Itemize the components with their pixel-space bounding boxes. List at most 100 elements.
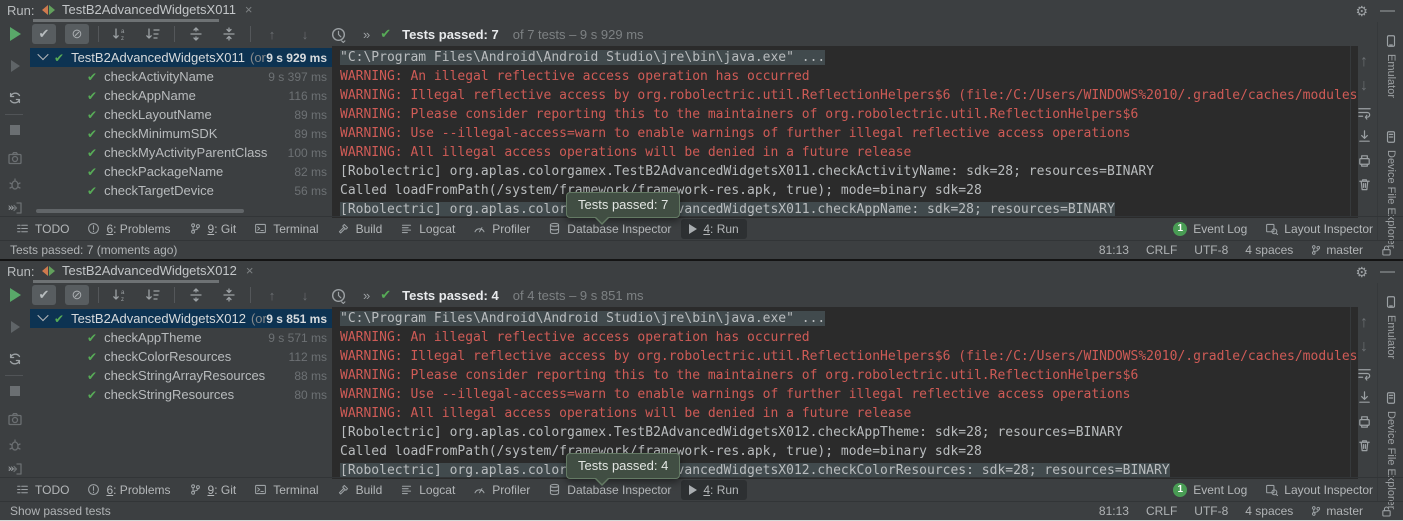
sort-alphabetically-button[interactable]: az	[108, 24, 132, 44]
clear-all-button[interactable]	[1356, 176, 1372, 192]
tree-row[interactable]: ✔checkPackageName82 ms	[30, 162, 332, 181]
terminal-tool-button[interactable]: Terminal	[246, 219, 326, 239]
expand-all-button[interactable]	[184, 285, 208, 305]
show-passed-toggle[interactable]: ✔	[32, 24, 56, 44]
next-failed-test-button[interactable]: ↓	[293, 24, 317, 44]
test-history-button[interactable]	[326, 24, 350, 44]
rerun-failed-tests-button[interactable]	[7, 58, 23, 74]
rerun-button[interactable]	[7, 287, 23, 303]
more-toolbar-icon[interactable]: »	[363, 27, 371, 42]
run-tool-button[interactable]: 4: Run	[681, 219, 746, 239]
sort-by-duration-button[interactable]	[141, 285, 165, 305]
todo-tool-button[interactable]: TODO	[8, 219, 77, 239]
soft-wrap-button[interactable]	[1356, 365, 1372, 381]
profiler-tool-button[interactable]: Profiler	[465, 219, 538, 239]
sort-by-duration-button[interactable]	[141, 24, 165, 44]
console-output[interactable]: "C:\Program Files\Android\Android Studio…	[332, 46, 1358, 218]
indent-widget[interactable]: 4 spaces	[1245, 504, 1293, 518]
rerun-button[interactable]	[7, 26, 23, 42]
down-stack-trace-button[interactable]: ↓	[1356, 78, 1372, 94]
tree-row[interactable]: ✔checkMinimumSDK89 ms	[30, 124, 332, 143]
build-tool-button[interactable]: Build	[329, 219, 391, 239]
layout-inspector-button[interactable]: Layout Inspector	[1257, 480, 1381, 500]
minimize-icon[interactable]: —	[1380, 267, 1395, 277]
emulator-tool-button[interactable]: Emulator	[1378, 295, 1403, 359]
layout-inspector-button[interactable]: Layout Inspector	[1257, 219, 1381, 239]
up-stack-trace-button[interactable]: ↑	[1356, 315, 1372, 331]
tree-root-row[interactable]: ✔ TestB2AdvancedWidgetsX012 (org.ap 9 s …	[30, 309, 332, 328]
print-button[interactable]	[1356, 152, 1372, 168]
soft-wrap-button[interactable]	[1356, 104, 1372, 120]
attach-debugger-button[interactable]	[7, 176, 23, 192]
show-ignored-toggle[interactable]: ⊘	[65, 285, 89, 305]
tree-row[interactable]: ✔checkStringArrayResources88 ms	[30, 366, 332, 385]
scroll-to-end-button[interactable]	[1356, 389, 1372, 405]
more-left-toolbar-icon[interactable]: »	[8, 202, 15, 214]
tree-row[interactable]: ✔checkAppTheme9 s 571 ms	[30, 328, 332, 347]
up-stack-trace-button[interactable]: ↑	[1356, 54, 1372, 70]
sort-alphabetically-button[interactable]: az	[108, 285, 132, 305]
close-icon[interactable]: ×	[245, 2, 253, 17]
more-toolbar-icon[interactable]: »	[363, 288, 371, 303]
event-log-button[interactable]: 1Event Log	[1165, 219, 1255, 239]
git-branch-widget[interactable]: master	[1310, 243, 1363, 257]
print-button[interactable]	[1356, 413, 1372, 429]
run-tab[interactable]: TestB2AdvancedWidgetsX011 ×	[33, 0, 262, 19]
encoding-widget[interactable]: UTF-8	[1194, 243, 1228, 257]
tree-row[interactable]: ✔checkAppName116 ms	[30, 86, 332, 105]
build-tool-button[interactable]: Build	[329, 480, 391, 500]
caret-position-widget[interactable]: 81:13	[1099, 243, 1129, 257]
screenshot-button[interactable]	[7, 150, 23, 166]
previous-failed-test-button[interactable]: ↑	[260, 24, 284, 44]
attach-debugger-button[interactable]	[7, 437, 23, 453]
show-ignored-toggle[interactable]: ⊘	[65, 24, 89, 44]
chevron-down-icon[interactable]	[37, 49, 48, 60]
toggle-auto-test-button[interactable]	[7, 90, 23, 106]
screenshot-button[interactable]	[7, 411, 23, 427]
git-branch-widget[interactable]: master	[1310, 504, 1363, 518]
close-icon[interactable]: ×	[246, 263, 254, 278]
toggle-auto-test-button[interactable]	[7, 351, 23, 367]
tree-row[interactable]: ✔checkActivityName9 s 397 ms	[30, 67, 332, 86]
run-tool-button[interactable]: 4: Run	[681, 480, 746, 500]
horizontal-scrollbar[interactable]	[36, 209, 244, 213]
more-left-toolbar-icon[interactable]: »	[8, 463, 15, 475]
stop-button[interactable]	[7, 122, 23, 138]
indent-widget[interactable]: 4 spaces	[1245, 243, 1293, 257]
show-passed-toggle[interactable]: ✔	[32, 285, 56, 305]
tree-row[interactable]: ✔checkStringResources80 ms	[30, 385, 332, 404]
clear-all-button[interactable]	[1356, 437, 1372, 453]
logcat-tool-button[interactable]: Logcat	[392, 480, 463, 500]
test-history-button[interactable]	[326, 285, 350, 305]
test-results-tree[interactable]: ✔ TestB2AdvancedWidgetsX011 (org.ap 9 s …	[30, 46, 332, 216]
tree-root-row[interactable]: ✔ TestB2AdvancedWidgetsX011 (org.ap 9 s …	[30, 48, 332, 67]
terminal-tool-button[interactable]: Terminal	[246, 480, 326, 500]
tree-row[interactable]: ✔checkColorResources112 ms	[30, 347, 332, 366]
scroll-to-end-button[interactable]	[1356, 128, 1372, 144]
lock-icon[interactable]	[1380, 505, 1393, 518]
git-tool-button[interactable]: 9: Git	[181, 219, 245, 239]
tree-row[interactable]: ✔checkTargetDevice56 ms	[30, 181, 332, 200]
collapse-all-button[interactable]	[217, 24, 241, 44]
next-failed-test-button[interactable]: ↓	[293, 285, 317, 305]
console-output[interactable]: "C:\Program Files\Android\Android Studio…	[332, 307, 1358, 479]
previous-failed-test-button[interactable]: ↑	[260, 285, 284, 305]
stop-button[interactable]	[7, 383, 23, 399]
git-tool-button[interactable]: 9: Git	[181, 480, 245, 500]
caret-position-widget[interactable]: 81:13	[1099, 504, 1129, 518]
logcat-tool-button[interactable]: Logcat	[392, 219, 463, 239]
line-separator-widget[interactable]: CRLF	[1146, 243, 1177, 257]
problems-tool-button[interactable]: 6: Problems	[79, 219, 178, 239]
lock-icon[interactable]	[1380, 244, 1393, 257]
collapse-all-button[interactable]	[217, 285, 241, 305]
event-log-button[interactable]: 1Event Log	[1165, 480, 1255, 500]
expand-all-button[interactable]	[184, 24, 208, 44]
line-separator-widget[interactable]: CRLF	[1146, 504, 1177, 518]
rerun-failed-tests-button[interactable]	[7, 319, 23, 335]
tree-row[interactable]: ✔checkLayoutName89 ms	[30, 105, 332, 124]
tree-row[interactable]: ✔checkMyActivityParentClass100 ms	[30, 143, 332, 162]
encoding-widget[interactable]: UTF-8	[1194, 504, 1228, 518]
todo-tool-button[interactable]: TODO	[8, 480, 77, 500]
gear-icon[interactable]: ⚙	[1355, 3, 1368, 20]
down-stack-trace-button[interactable]: ↓	[1356, 339, 1372, 355]
